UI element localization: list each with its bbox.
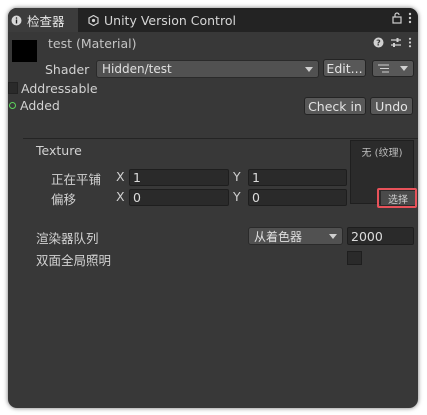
addressable-label: Addressable [21,81,98,96]
double-sided-gi-checkbox[interactable] [347,251,362,265]
tab-unity-version-control[interactable]: Unity Version Control [88,8,236,32]
undo-button[interactable]: Undo [370,97,413,115]
tiling-x-axis-label: X [116,169,125,184]
render-queue-mode: 从着色器 [254,229,303,244]
lock-icon[interactable] [392,12,402,24]
vcs-status-label: Added [20,98,60,113]
chevron-down-icon [399,66,408,71]
svg-text:?: ? [376,39,381,48]
check-in-button[interactable]: Check in [304,97,366,115]
tiling-x-field[interactable]: 1 [129,169,229,186]
select-button-highlight [377,188,417,208]
offset-y-field[interactable]: 0 [248,189,347,206]
texture-none-text: 无 (纹理) [361,148,403,159]
shader-dropdown[interactable]: Hidden/test [96,60,319,78]
tab-inspector[interactable]: 检查器 [8,8,78,32]
addressable-checkbox[interactable] [8,82,18,94]
tab-bar: 检查器 Unity Version Control [8,8,418,32]
info-icon [11,15,22,26]
component-menu-icon[interactable] [408,37,412,48]
double-sided-gi-label: 双面全局照明 [36,253,112,268]
material-preview-swatch [12,40,37,62]
tiling-y-axis-label: Y [233,169,241,184]
shader-options-button[interactable] [372,60,414,77]
render-queue-value-field[interactable]: 2000 [347,227,414,245]
more-options-icon[interactable] [408,12,412,24]
render-queue-mode-dropdown[interactable]: 从着色器 [248,227,343,245]
help-icon[interactable]: ? [373,37,384,48]
texture-property-label: Texture [36,143,82,158]
inspector-window: 检查器 Unity Version Control test (Material… [8,8,418,408]
material-title: test (Material) [48,36,137,51]
chevron-down-icon [329,233,337,239]
added-status-icon [9,102,16,109]
section-divider [23,138,418,139]
offset-x-field[interactable]: 0 [129,189,229,206]
preset-settings-icon[interactable] [390,37,402,48]
tab-inspector-label: 检查器 [27,13,65,29]
list-icon [378,64,390,73]
offset-label: 偏移 [51,192,77,207]
shader-label: Shader [45,62,90,77]
tab-bar-controls [392,12,412,24]
version-control-icon [88,14,99,26]
render-queue-label: 渲染器队列 [36,231,99,246]
offset-y-axis-label: Y [233,189,241,204]
chevron-down-icon [305,66,313,72]
tab-unity-version-control-label: Unity Version Control [104,12,236,28]
offset-x-axis-label: X [116,189,125,204]
tiling-y-field[interactable]: 1 [248,169,347,186]
tiling-label: 正在平铺 [51,172,102,187]
header-icons: ? [373,37,412,48]
edit-shader-button[interactable]: Edit... [323,59,366,77]
shader-value: Hidden/test [102,62,172,76]
